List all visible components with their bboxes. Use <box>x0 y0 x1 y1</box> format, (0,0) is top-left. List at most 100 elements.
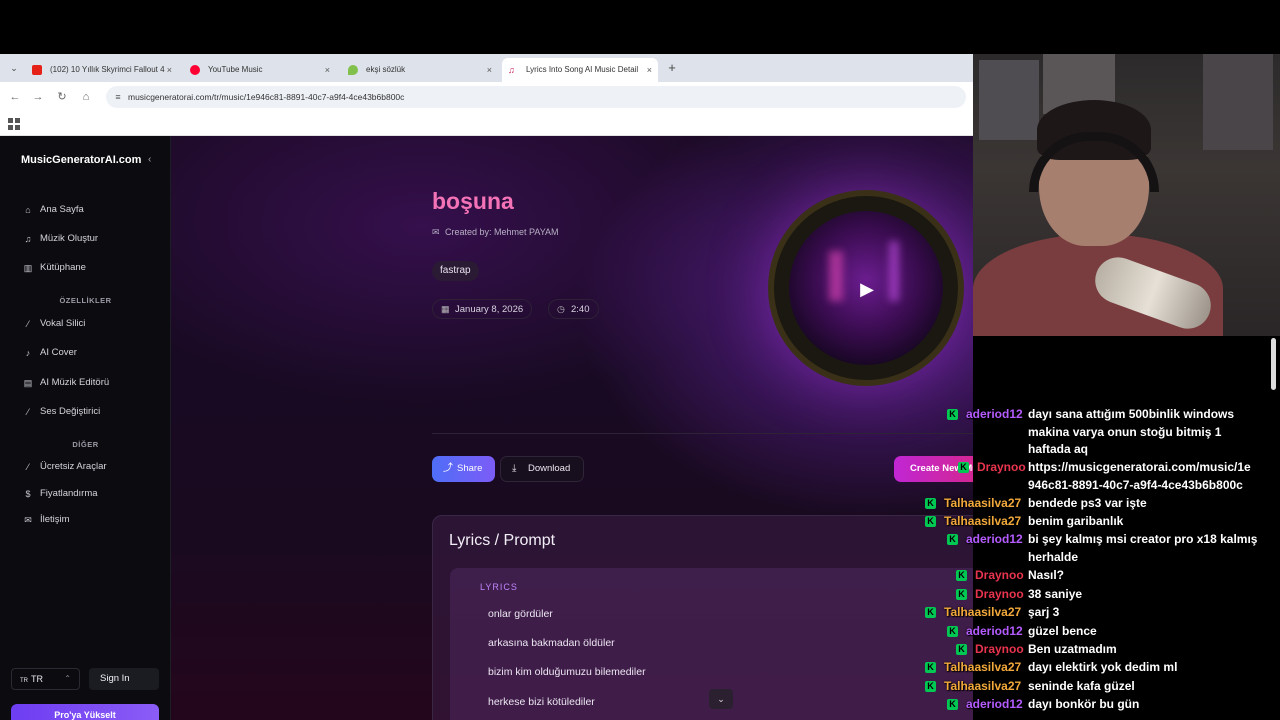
lyric-line: bizim kim olduğumuzu bilemediler <box>488 666 646 678</box>
chat-user-name[interactable]: aderiod12 <box>966 532 1023 546</box>
reload-icon[interactable]: ↻ <box>55 90 69 104</box>
sidebar-item-ucretsiz-araclar[interactable]: ⁄ Ücretsiz Araçlar <box>22 459 107 475</box>
kick-badge-icon: K <box>947 534 958 545</box>
tab-youtube-music[interactable]: YouTube Music × <box>184 58 336 82</box>
close-tab-icon[interactable]: × <box>325 58 330 82</box>
chat-user-name[interactable]: Talhaasilva27 <box>944 496 1021 510</box>
download-button[interactable]: ⤓ Download <box>500 456 584 482</box>
chat-user-name[interactable]: Talhaasilva27 <box>944 679 1021 693</box>
chat-username[interactable]: K Draynoo <box>956 585 1030 603</box>
chat-user-name[interactable]: aderiod12 <box>966 624 1023 638</box>
language-select[interactable]: TR TR ⌃ <box>11 668 80 690</box>
new-tab-button[interactable]: + <box>664 58 680 78</box>
chat-username[interactable]: Kaderiod12 <box>947 530 1029 548</box>
chat-user-name[interactable]: aderiod12 <box>966 697 1023 711</box>
tab-eksi-sozluk[interactable]: ekşi sözlük × <box>342 58 498 82</box>
sidebar-item-kutuphane[interactable]: ▥ Kütüphane <box>22 260 86 276</box>
chevron-down-icon[interactable]: ⌄ <box>709 689 733 709</box>
youtube-icon <box>32 65 42 75</box>
close-tab-icon[interactable]: × <box>487 58 492 82</box>
tab-search-icon[interactable]: ⌄ <box>6 60 22 76</box>
chat-user-name[interactable]: Talhaasilva27 <box>944 514 1021 528</box>
chat-username[interactable]: Kaderiod12 <box>947 622 1029 640</box>
duration-text: 2:40 <box>571 304 590 315</box>
chat-username[interactable]: K Talhaasilva27 <box>925 677 1027 695</box>
created-by-text: Created by: Mehmet PAYAM <box>445 227 559 237</box>
mic-icon: ♪ <box>25 348 31 358</box>
share-button[interactable]: ⤴ Share <box>432 456 495 482</box>
chat-username[interactable]: Kaderiod12 <box>947 695 1029 713</box>
chat-message-text: Nasıl? <box>1028 568 1065 582</box>
chat-username[interactable]: K Draynoo <box>958 458 1032 476</box>
chat-username[interactable]: K Draynoo <box>956 640 1030 658</box>
download-icon: ⤓ <box>512 463 517 474</box>
sidebar-item-ana-sayfa[interactable]: ⌂ Ana Sayfa <box>22 202 84 218</box>
kick-badge-icon: K <box>956 589 967 600</box>
sidebar-item-ses-degistirici[interactable]: ⁄ Ses Değiştirici <box>22 404 100 420</box>
kick-badge-icon: K <box>947 699 958 710</box>
chat-username[interactable]: K Talhaasilva27 <box>925 658 1027 676</box>
play-icon[interactable]: ▶ <box>857 279 877 299</box>
url-field[interactable]: ≡ musicgeneratorai.com/tr/music/1e946c81… <box>106 86 966 108</box>
lyric-line: arkasına bakmadan öldüler <box>488 637 615 649</box>
tab-label: ekşi sözlük <box>366 65 406 74</box>
chat-user-name[interactable]: aderiod12 <box>966 407 1023 421</box>
chat-user-name[interactable]: Draynoo <box>975 587 1024 601</box>
kick-badge-icon: K <box>947 626 958 637</box>
share-label: Share <box>457 463 483 474</box>
url-text[interactable]: musicgeneratorai.com/tr/music/1e946c81-8… <box>128 86 404 108</box>
calendar-icon: ▦ <box>441 304 450 314</box>
chat-username[interactable]: K Talhaasilva27 <box>925 512 1027 530</box>
tab-label: Lyrics Into Song AI Music Detail <box>526 65 639 74</box>
lyrics-label: LYRICS <box>480 582 518 592</box>
sidebar-item-iletisim[interactable]: ✉ İletişim <box>22 512 69 528</box>
sidebar-item-muzik-olustur[interactable]: ♫ Müzik Oluştur <box>22 231 98 247</box>
chat-username[interactable]: K Talhaasilva27 <box>925 494 1027 512</box>
kick-badge-icon: K <box>925 607 936 618</box>
sign-in-button[interactable]: Sign In <box>89 668 159 690</box>
back-icon[interactable]: ← <box>8 90 22 104</box>
close-tab-icon[interactable]: × <box>167 58 172 82</box>
sidebar-item-label: Ücretsiz Araçlar <box>40 461 107 472</box>
language-value: TR <box>31 674 43 684</box>
kick-badge-icon: K <box>958 462 969 473</box>
mail-icon: ✉ <box>432 227 440 237</box>
tab-youtube-video[interactable]: (102) 10 Yıllık Skyrimci Fallout 4 × <box>26 58 178 82</box>
chat-username[interactable]: K Talhaasilva27 <box>925 603 1027 621</box>
library-icon: ▥ <box>23 263 33 273</box>
sidebar-item-vokal-silici[interactable]: ⁄ Vokal Silici <box>22 316 85 332</box>
close-tab-icon[interactable]: × <box>647 58 652 82</box>
chat-message-text: herhalde <box>1028 550 1079 564</box>
sidebar-item-fiyatlandirma[interactable]: $ Fiyatlandırma <box>22 486 97 502</box>
lyric-line: herkese bizi kötülediler <box>488 696 595 708</box>
music-note-icon: ♫ <box>508 65 515 75</box>
tune-icon[interactable]: ≡ <box>112 91 124 103</box>
chat-username[interactable]: K Draynoo <box>956 566 1030 584</box>
tab-music-detail[interactable]: ♫ Lyrics Into Song AI Music Detail × <box>502 58 658 82</box>
kick-badge-icon: K <box>925 681 936 692</box>
chat-user-name[interactable]: Talhaasilva27 <box>944 660 1021 674</box>
youtube-music-icon <box>190 65 200 75</box>
upgrade-pro-button[interactable]: Pro'ya Yükselt <box>11 704 159 720</box>
chevron-updown-icon: ⌃ <box>64 674 71 683</box>
forward-icon[interactable]: → <box>31 90 45 104</box>
apps-grid-icon[interactable] <box>8 118 20 130</box>
chat-user-name[interactable]: Draynoo <box>977 460 1026 474</box>
collapse-sidebar-icon[interactable]: ‹ <box>148 154 151 165</box>
chat-user-name[interactable]: Draynoo <box>975 642 1024 656</box>
chat-user-name[interactable]: Talhaasilva27 <box>944 605 1021 619</box>
tools-icon: ⁄ <box>27 462 29 472</box>
brand-logo[interactable]: MusicGeneratorAI.com <box>21 154 141 166</box>
home-icon[interactable]: ⌂ <box>79 90 93 104</box>
browser-window: ⌄ (102) 10 Yıllık Skyrimci Fallout 4 × Y… <box>0 54 973 720</box>
chat-username[interactable]: Kaderiod12 <box>947 405 1029 423</box>
chat-user-name[interactable]: Draynoo <box>975 568 1024 582</box>
wand-icon: ⁄ <box>27 407 29 417</box>
sidebar-item-ai-cover[interactable]: ♪ AI Cover <box>22 345 77 361</box>
download-label: Download <box>528 463 571 474</box>
tab-bar: ⌄ (102) 10 Yıllık Skyrimci Fallout 4 × Y… <box>0 54 973 82</box>
sidebar-item-ai-muzik-editoru[interactable]: ▤ AI Müzik Editörü <box>22 375 109 391</box>
genre-tag[interactable]: fastrap <box>432 261 479 281</box>
sidebar-item-label: Müzik Oluştur <box>40 233 99 244</box>
chat-message-text: güzel bence <box>1028 624 1097 638</box>
